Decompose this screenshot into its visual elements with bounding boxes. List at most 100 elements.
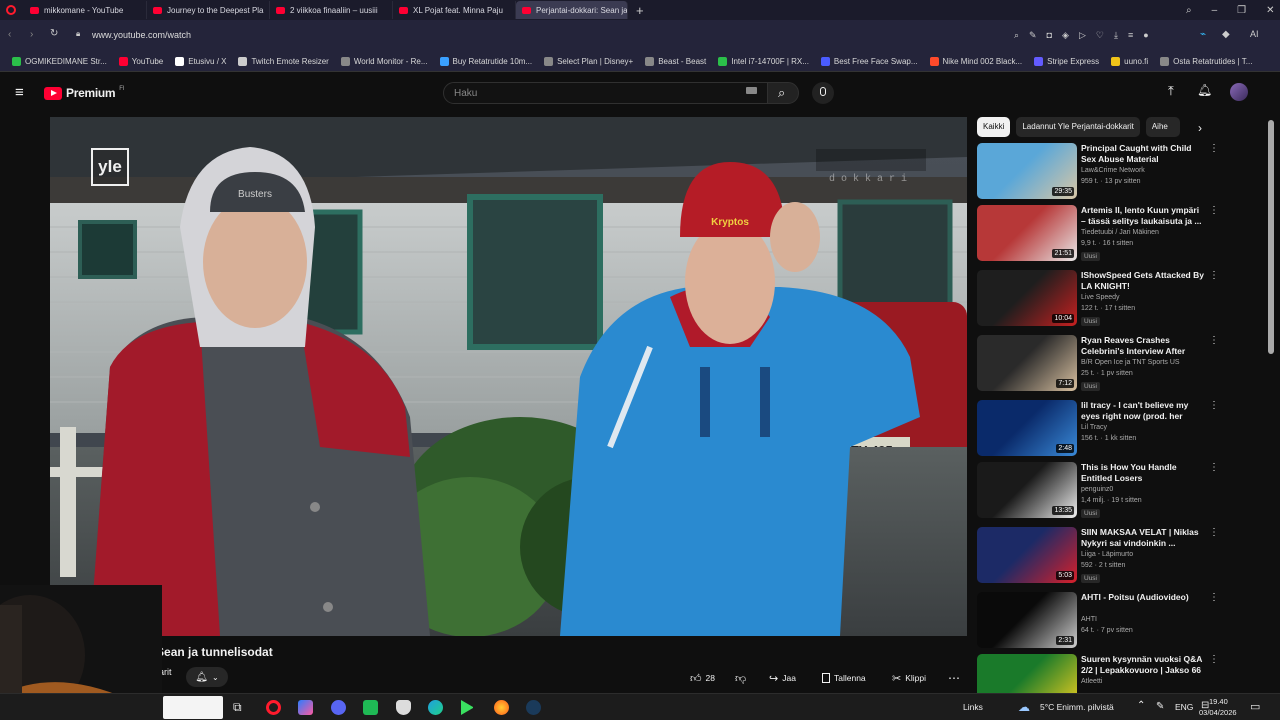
- youtube-premium-logo[interactable]: Premium FI: [44, 86, 125, 100]
- recommendation-title[interactable]: SIIN MAKSAA VELAT | Niklas Nykyri sai vi…: [1081, 527, 1206, 549]
- ai-button[interactable]: AI: [1250, 29, 1259, 39]
- extension-icon[interactable]: ⌁: [1200, 29, 1206, 40]
- bookmark-item[interactable]: Twitch Emote Resizer: [234, 57, 332, 66]
- recommendation-title[interactable]: This is How You Handle Entitled Losers: [1081, 462, 1206, 484]
- recommendation-title[interactable]: Principal Caught with Child Sex Abuse Ma…: [1081, 143, 1206, 165]
- bookmark-item[interactable]: YouTube: [115, 57, 167, 66]
- bookmark-item[interactable]: uuno.fi: [1107, 57, 1152, 66]
- menu-icon[interactable]: ≡: [1128, 30, 1133, 41]
- more-options-icon[interactable]: ⋮: [1209, 592, 1219, 603]
- search-tabs-icon[interactable]: ⌕: [1186, 5, 1192, 16]
- search-page-icon[interactable]: ⌕: [1014, 30, 1019, 41]
- shield-taskbar-icon[interactable]: [396, 700, 411, 715]
- opera-logo-icon[interactable]: [6, 5, 16, 15]
- more-options-icon[interactable]: ⋮: [1209, 205, 1219, 216]
- recommendation-title[interactable]: Suuren kysynnän vuoksi Q&A 2/2 | Lepakko…: [1081, 654, 1206, 676]
- chevron-up-icon[interactable]: ⌃: [1137, 700, 1145, 711]
- video-thumbnail[interactable]: 13:35: [977, 462, 1077, 518]
- back-icon[interactable]: ‹: [8, 29, 11, 40]
- chevron-right-icon[interactable]: ›: [1198, 121, 1202, 135]
- clip-button[interactable]: ✂ Klippi: [892, 668, 926, 688]
- save-button[interactable]: Tallenna: [822, 668, 866, 688]
- chip-channel[interactable]: Ladannut Yle Perjantai-dokkarit: [1016, 117, 1140, 137]
- chip-kaikki[interactable]: Kaikki: [977, 117, 1011, 137]
- green-app-taskbar-icon[interactable]: [363, 700, 378, 715]
- recommendation-item[interactable]: 21:51 Artemis II, lento Kuun ympäri – täs…: [977, 205, 1219, 265]
- recommendation-title[interactable]: Ryan Reaves Crashes Celebrini's Intervie…: [1081, 335, 1206, 357]
- video-thumbnail[interactable]: 29:35: [977, 143, 1077, 199]
- bookmark-item[interactable]: World Monitor - Re...: [337, 57, 432, 66]
- url-field[interactable]: www.youtube.com/watch: [92, 30, 191, 40]
- edge-taskbar-icon[interactable]: [428, 700, 443, 715]
- forward-icon[interactable]: ›: [30, 29, 33, 40]
- video-thumbnail[interactable]: 10:04: [977, 270, 1077, 326]
- sidebar-scrollbar[interactable]: [1268, 120, 1274, 354]
- browser-tab[interactable]: Journey to the Deepest Pla: [147, 1, 270, 19]
- taskbar-search-box[interactable]: [163, 696, 223, 719]
- download-icon[interactable]: ⤓: [1114, 30, 1118, 41]
- recommendation-item[interactable]: 13:35 This is How You Handle Entitled Los…: [977, 462, 1219, 522]
- opera-taskbar-icon[interactable]: [266, 700, 281, 715]
- notifications-bell-icon[interactable]: 🔔︎: [1197, 83, 1212, 97]
- chip-topic[interactable]: Aihe: [1145, 117, 1180, 137]
- bookmark-item[interactable]: Beast - Beast: [641, 57, 710, 66]
- heart-icon[interactable]: ♡: [1096, 30, 1104, 41]
- language-indicator[interactable]: ENG: [1175, 702, 1193, 712]
- video-thumbnail[interactable]: 7:12: [977, 335, 1077, 391]
- browser-tab-active[interactable]: Perjantai-dokkari: Sean ja: [516, 1, 628, 19]
- keyboard-icon[interactable]: [746, 87, 757, 94]
- recommendation-channel[interactable]: Law&Crime Network: [1081, 167, 1145, 174]
- hamburger-menu-icon[interactable]: ≡: [15, 84, 24, 101]
- bookmark-item[interactable]: Select Plan | Disney+: [540, 57, 637, 66]
- like-button[interactable]: 👍︎ 28: [690, 668, 715, 688]
- browser-tab[interactable]: 2 viikkoa finaaliin – uusiii: [270, 1, 393, 19]
- more-options-icon[interactable]: ⋮: [1209, 400, 1219, 411]
- pen-icon[interactable]: ✎: [1156, 701, 1164, 712]
- bookmark-item[interactable]: Buy Retatrutide 10m...: [436, 57, 537, 66]
- more-options-icon[interactable]: ⋮: [1209, 143, 1219, 154]
- notification-center-icon[interactable]: ▭: [1250, 700, 1260, 713]
- clock-time[interactable]: 19.40: [1209, 697, 1228, 706]
- recommendation-item[interactable]: 2:31 AHTI - Poitsu (Audiovideo) AHTI 64 t. …: [977, 592, 1219, 652]
- close-icon[interactable]: ✕: [1266, 5, 1274, 16]
- search-input[interactable]: Haku: [443, 82, 768, 104]
- video-thumbnail[interactable]: 2:48: [977, 400, 1077, 456]
- video-thumbnail[interactable]: 21:51: [977, 205, 1077, 261]
- play-icon[interactable]: ▷: [1079, 30, 1086, 41]
- browser-tab[interactable]: XL Pojat feat. Minna Paju: [393, 1, 516, 19]
- upload-icon[interactable]: ⤒: [1168, 83, 1174, 99]
- recommendation-title[interactable]: Artemis II, lento Kuun ympäri – tässä se…: [1081, 205, 1206, 227]
- recommendation-channel[interactable]: Atleetti: [1081, 678, 1102, 685]
- recommendation-channel[interactable]: Liiga - Läpimurto: [1081, 551, 1133, 558]
- reload-icon[interactable]: ↻: [50, 28, 58, 39]
- share-button[interactable]: ↪ Jaa: [769, 668, 796, 688]
- bookmark-item[interactable]: Osta Retatrutides | T...: [1156, 57, 1256, 66]
- recommendation-item[interactable]: 2:48 lil tracy - I can't believe my eyes …: [977, 400, 1219, 460]
- dislike-button[interactable]: 👎︎: [735, 668, 746, 688]
- bookmark-item[interactable]: Intel i7-14700F | RX...: [714, 57, 813, 66]
- account-avatar[interactable]: [1230, 83, 1248, 101]
- bookmark-item[interactable]: Etusivu / X: [171, 57, 230, 66]
- clock-date[interactable]: 03/04/2026: [1199, 708, 1237, 717]
- search-button[interactable]: ⌕: [767, 82, 799, 104]
- profile-icon[interactable]: ●: [1143, 30, 1148, 41]
- bookmark-item[interactable]: Nike Mind 002 Black...: [926, 57, 1027, 66]
- recommendation-channel[interactable]: AHTI: [1081, 616, 1097, 623]
- maximize-icon[interactable]: ❐: [1237, 5, 1246, 16]
- recommendation-item[interactable]: 5:03 SIIN MAKSAA VELAT | Niklas Nykyri sa…: [977, 527, 1219, 587]
- minimize-icon[interactable]: –: [1212, 5, 1218, 16]
- subscribe-bell-button[interactable]: 🔔︎ ⌄: [186, 667, 228, 687]
- camera-icon[interactable]: ◘: [1047, 30, 1052, 41]
- more-options-icon[interactable]: ⋮: [1209, 527, 1219, 538]
- more-options-icon[interactable]: ⋮: [1209, 462, 1219, 473]
- bookmark-item[interactable]: OGMIKEDIMANE Str...: [8, 57, 111, 66]
- bookmark-item[interactable]: Stripe Express: [1030, 57, 1103, 66]
- links-toolbar[interactable]: Links: [963, 702, 983, 712]
- recommendation-item[interactable]: 29:35 Principal Caught with Child Sex Abu…: [977, 143, 1219, 203]
- weather-widget[interactable]: 5°C Enimm. pilvistä: [1040, 702, 1114, 712]
- browser-tab[interactable]: mikkomane - YouTube: [24, 1, 147, 19]
- play-app-taskbar-icon[interactable]: [461, 700, 473, 715]
- bookmark-item[interactable]: Best Free Face Swap...: [817, 57, 922, 66]
- recommendation-channel[interactable]: B/R Open Ice ja TNT Sports US: [1081, 359, 1180, 366]
- firefox-taskbar-icon[interactable]: [494, 700, 509, 715]
